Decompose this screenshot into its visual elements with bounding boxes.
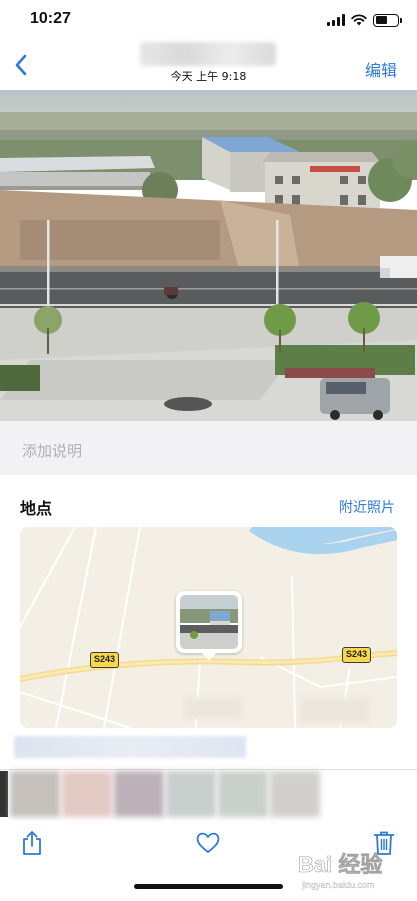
watermark-text: Bai 经验 — [298, 852, 382, 877]
share-button[interactable] — [17, 828, 47, 858]
map-label-redacted — [185, 697, 243, 719]
baidu-jingyan-watermark: Bai 经验 jingyan.baidu.com — [296, 846, 408, 894]
photo-datetime: 今天 上午 9:18 — [170, 70, 247, 83]
photo-location-pin[interactable] — [176, 591, 242, 661]
favorite-button[interactable] — [193, 828, 223, 858]
battery-icon — [373, 13, 402, 27]
photo[interactable] — [0, 90, 417, 421]
caption-area[interactable]: 添加说明 — [0, 421, 417, 475]
caption-placeholder: 添加说明 — [22, 442, 83, 460]
thumbnail[interactable] — [0, 771, 8, 817]
thumbnail[interactable] — [62, 771, 112, 817]
status-icons — [327, 12, 402, 28]
status-time: 10:27 — [30, 10, 71, 27]
road-shield: S243 — [342, 647, 372, 663]
watermark-subtext: jingyan.baidu.com — [301, 880, 375, 890]
thumbnail[interactable] — [270, 771, 320, 817]
cellular-signal-icon — [327, 14, 345, 26]
address-redacted — [14, 736, 246, 758]
thumbnail[interactable] — [218, 771, 268, 817]
home-indicator[interactable] — [134, 884, 283, 889]
location-title-redacted — [140, 42, 276, 66]
wifi-icon — [351, 14, 367, 26]
nearby-photos-button[interactable]: 附近照片 — [339, 497, 395, 517]
thumbnail[interactable] — [10, 771, 60, 817]
thumbnail[interactable] — [166, 771, 216, 817]
nav-bar: 今天 上午 9:18 编辑 — [0, 40, 417, 90]
road-shield: S243 — [90, 652, 120, 668]
divider — [0, 769, 417, 770]
location-section-title: 地点 — [20, 499, 53, 518]
edit-button[interactable]: 编辑 — [365, 57, 397, 81]
status-bar: 10:27 — [0, 0, 417, 40]
location-map[interactable]: S243 S243 — [20, 527, 397, 728]
map-label-redacted — [300, 697, 370, 723]
thumbnail[interactable] — [114, 771, 164, 817]
pin-thumbnail — [180, 595, 238, 649]
thumbnail-strip[interactable] — [0, 771, 417, 817]
share-icon — [23, 831, 41, 855]
heart-icon — [196, 832, 220, 853]
photo-image — [0, 90, 417, 421]
